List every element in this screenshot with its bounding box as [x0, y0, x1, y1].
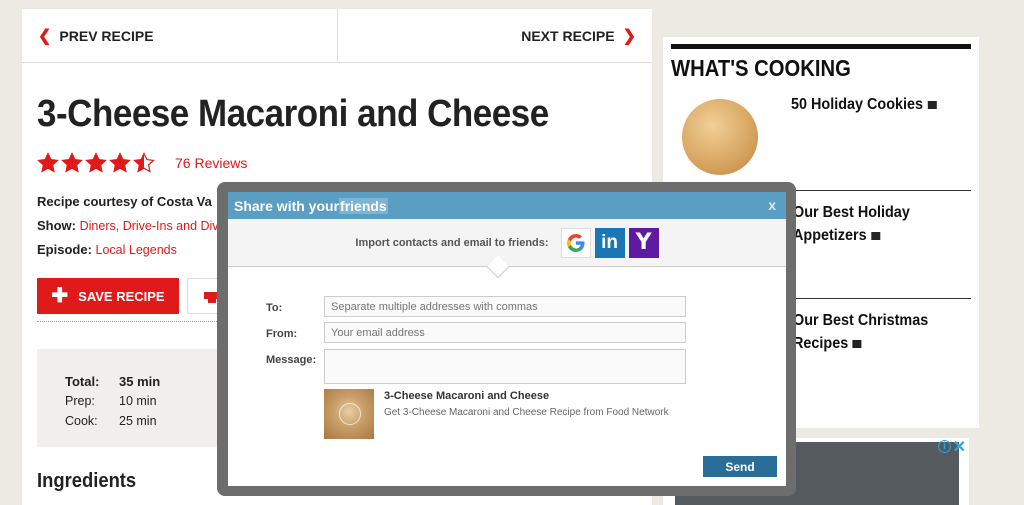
import-label: Import contacts and email to friends: [355, 236, 549, 249]
recipe-episode: Episode: Local Legends [37, 242, 177, 257]
sidebar-item-line: Our Best Holiday [793, 204, 910, 221]
chevron-right-icon: ❯ [622, 27, 636, 45]
video-icon [852, 340, 862, 348]
share-modal-header: Share with your friends x [228, 192, 786, 219]
next-recipe-label: NEXT RECIPE [521, 27, 615, 44]
save-recipe-button[interactable]: ✚ SAVE RECIPE [37, 278, 179, 314]
message-label: Message: [266, 354, 317, 366]
speech-pointer [486, 255, 510, 279]
sidebar-item-line2: Appetizers [793, 224, 881, 247]
modal-title-highlight: friends [339, 197, 388, 214]
recipe-times: Total: 35 min Prep: 10 min Cook: 25 min [37, 349, 237, 447]
star-full-icon [61, 152, 83, 173]
cookie-thumbnail[interactable] [682, 99, 758, 175]
adchoices-icon[interactable]: i [938, 440, 951, 453]
show-link[interactable]: Diners, Drive-Ins and Div [80, 219, 219, 233]
sidebar-item-line: 50 Holiday Cookies [791, 96, 924, 113]
next-recipe-link[interactable]: NEXT RECIPE ❯ [338, 9, 653, 62]
video-icon [927, 101, 937, 109]
ingredients-heading: Ingredients [37, 470, 137, 492]
video-icon [871, 232, 881, 240]
to-email-input[interactable] [324, 296, 686, 317]
time-row-cook: Cook: 25 min [65, 411, 237, 431]
reviews-link[interactable]: 76 Reviews [175, 155, 247, 171]
recipe-nav: ❮ PREV RECIPE NEXT RECIPE ❯ [22, 9, 652, 63]
plus-icon: ✚ [51, 285, 69, 307]
send-button[interactable]: Send [703, 456, 777, 477]
sidebar-item-line: Our Best Christmas [793, 312, 929, 329]
sidebar-item-title: 50 Holiday Cookies [791, 93, 937, 116]
time-value: 10 min [119, 394, 157, 408]
rating-stars [37, 152, 155, 174]
time-value: 35 min [119, 373, 161, 389]
recipe-courtesy: Recipe courtesy of Costa Va [37, 194, 212, 209]
episode-link[interactable]: Local Legends [96, 243, 177, 257]
google-logo [566, 233, 585, 252]
sidebar-item-line2: Recipes [793, 332, 862, 355]
recipe-rating: 76 Reviews [37, 152, 247, 174]
star-full-icon [85, 152, 107, 173]
star-full-icon [109, 152, 131, 173]
message-textarea[interactable] [324, 349, 686, 384]
time-label: Total: [65, 373, 100, 389]
episode-label: Episode: [37, 242, 92, 257]
import-contacts-row: Import contacts and email to friends: in… [228, 219, 786, 279]
show-label: Show: [37, 218, 76, 233]
time-row-prep: Prep: 10 min [65, 391, 237, 411]
recipe-show: Show: Diners, Drive-Ins and Div [37, 218, 219, 233]
save-recipe-label: SAVE RECIPE [78, 288, 165, 304]
time-label: Cook: [65, 414, 98, 428]
sidebar-item-line: Appetizers [793, 227, 867, 244]
time-label: Prep: [65, 394, 95, 408]
modal-title-pre: Share with your [234, 197, 340, 214]
prev-recipe-label: PREV RECIPE [59, 27, 154, 44]
prev-recipe-link[interactable]: ❮ PREV RECIPE [22, 9, 338, 62]
sidebar-item-line: Recipes [793, 335, 849, 352]
time-value: 25 min [119, 414, 157, 428]
from-label: From: [266, 328, 298, 340]
modal-close-button[interactable]: x [768, 197, 776, 213]
courtesy-text: Recipe courtesy of Costa Va [37, 194, 212, 209]
to-label: To: [266, 302, 283, 314]
recipe-title: 3-Cheese Macaroni and Cheese [37, 93, 549, 135]
recipe-preview-image [324, 389, 374, 439]
sidebar-heading: WHAT'S COOKING [671, 55, 851, 81]
preview-title: 3-Cheese Macaroni and Cheese [384, 390, 550, 402]
ad-close-icon[interactable]: ✕ [953, 437, 966, 457]
linkedin-icon[interactable]: in [594, 227, 625, 258]
star-full-icon [37, 152, 59, 173]
preview-description: Get 3-Cheese Macaroni and Cheese Recipe … [384, 407, 669, 418]
yahoo-icon[interactable]: Y [628, 227, 659, 258]
from-email-input[interactable] [324, 322, 686, 343]
time-row-total: Total: 35 min [65, 371, 237, 391]
star-half-icon [133, 152, 155, 173]
share-modal: Share with your friends x Import contact… [228, 192, 786, 486]
chevron-left-icon: ❮ [38, 27, 52, 45]
google-icon[interactable] [560, 227, 591, 258]
sidebar-top-rule [671, 44, 971, 49]
